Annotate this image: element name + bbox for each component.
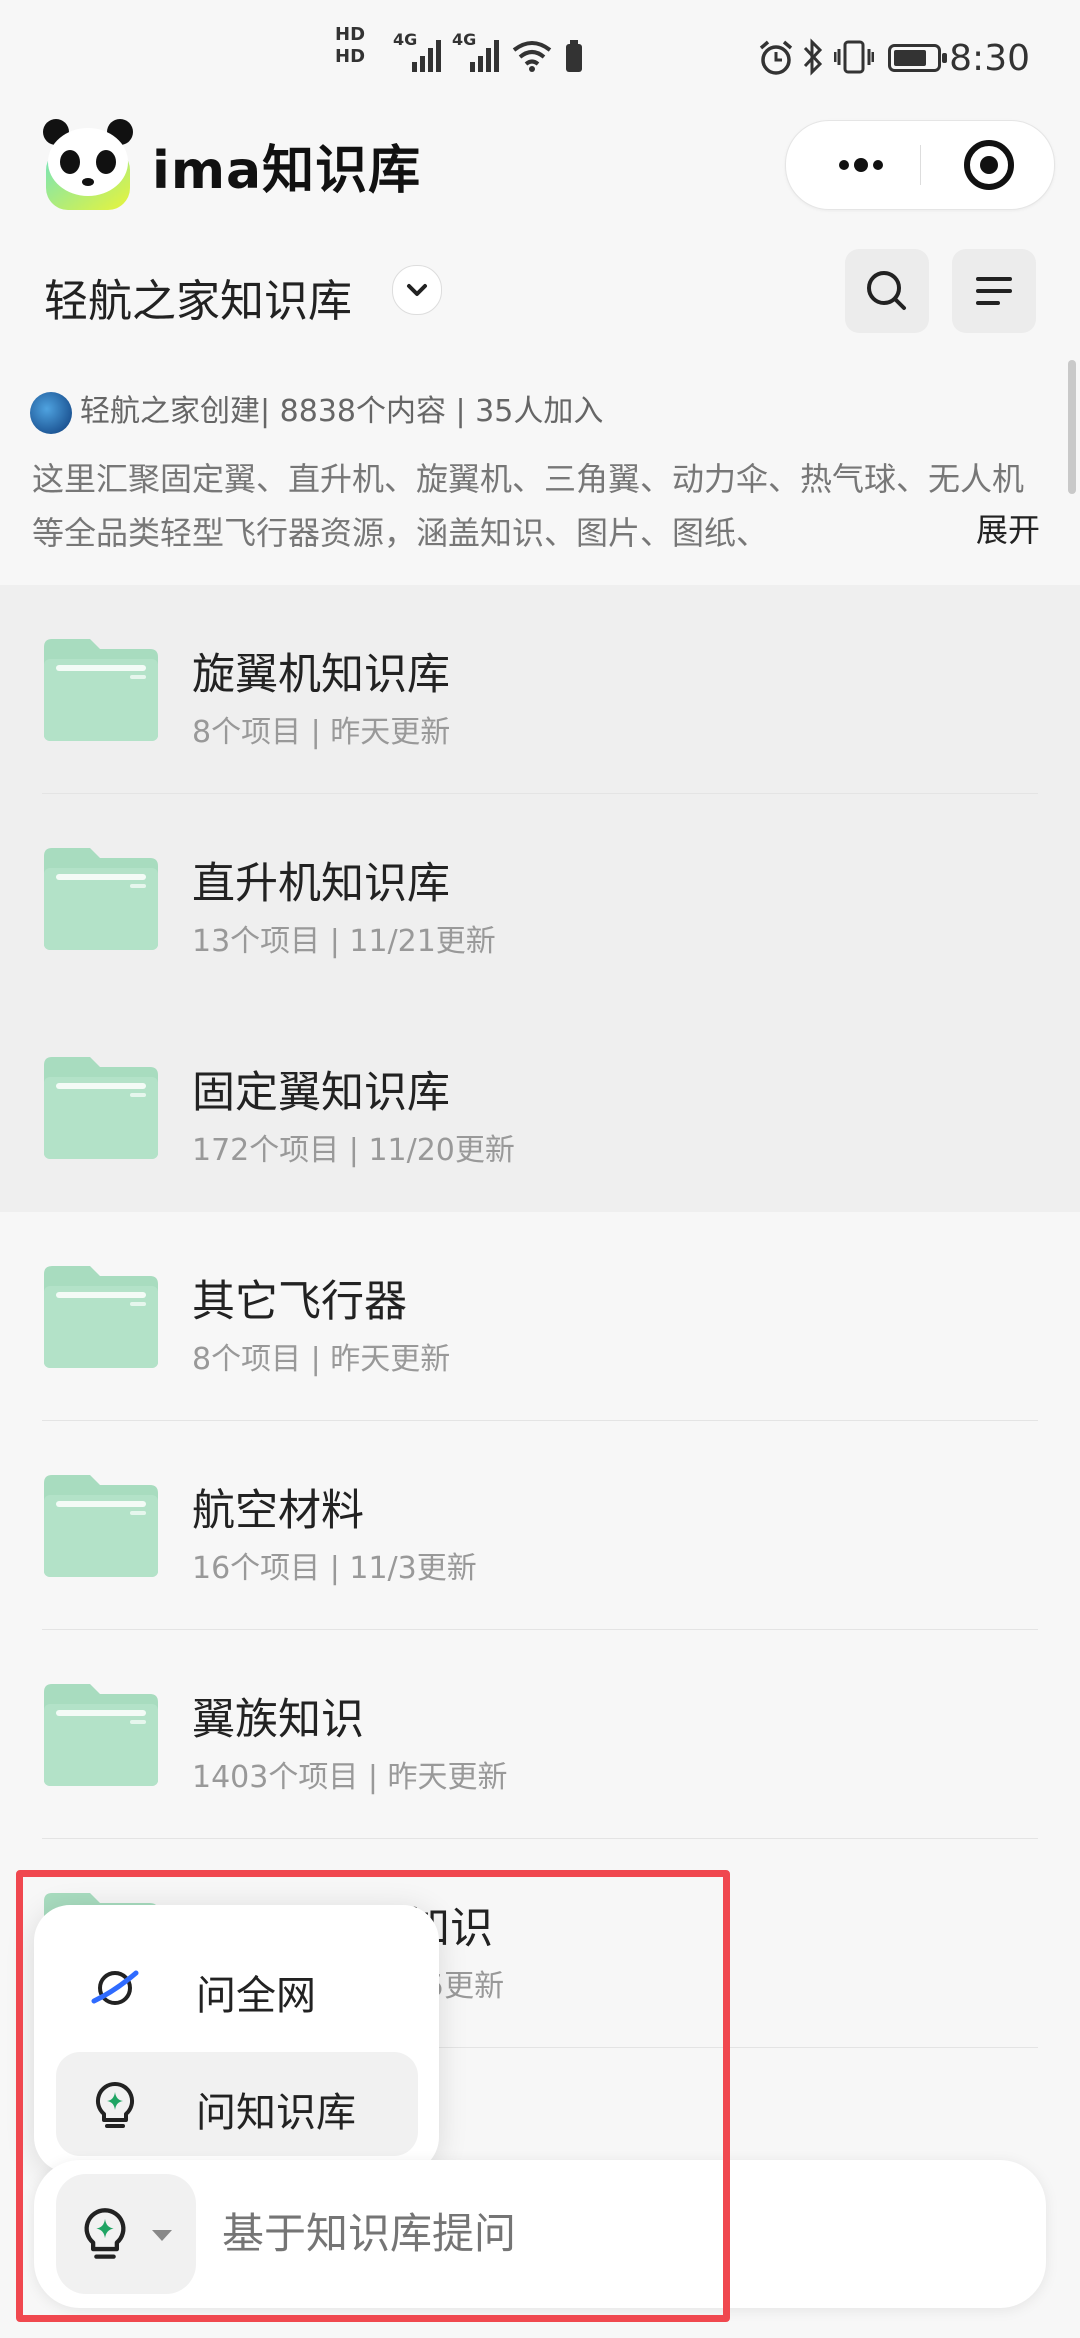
- folder-item[interactable]: 其它飞行器 8个项目 | 昨天更新: [0, 1212, 1080, 1421]
- sort-menu-button[interactable]: [952, 249, 1036, 333]
- folder-info: 172个项目 | 11/20更新: [192, 1133, 515, 1168]
- ask-kb-label: 问知识库: [196, 2090, 356, 2136]
- status-bar: HD HD 4G 4G 8:30: [0, 0, 1080, 120]
- signal-icon: [412, 40, 441, 72]
- hd-badge: HD: [335, 24, 366, 45]
- kb-meta: 轻航之家创建| 8838个内容 | 35人加入: [30, 386, 603, 434]
- signal-icon: [470, 40, 499, 72]
- ask-mode-toggle[interactable]: [56, 2174, 196, 2294]
- search-icon: [867, 271, 906, 310]
- bulb-sparkle-icon: [84, 2208, 126, 2259]
- ask-mode-menu: 问全网 问知识库: [34, 1905, 439, 2173]
- folder-info: 16个项目 | 11/3更新: [192, 1551, 477, 1586]
- knowledge-base-title[interactable]: 轻航之家知识库: [44, 265, 352, 329]
- mini-program-capsule: [785, 120, 1055, 210]
- app-title: ima知识库: [152, 141, 422, 201]
- folder-item[interactable]: 旋翼机知识库 8个项目 | 昨天更新: [0, 585, 1080, 794]
- caret-down-icon: [152, 2230, 172, 2241]
- folder-name: 直升机知识库: [192, 859, 450, 909]
- wifi-icon: [512, 41, 552, 72]
- target-icon: [964, 140, 1014, 190]
- battery-saver-icon: [566, 40, 582, 72]
- planet-icon: [91, 1970, 139, 2005]
- ellipsis-icon: [839, 158, 883, 172]
- panda-logo: [43, 119, 133, 210]
- folder-info: 13个项目 | 11/21更新: [192, 924, 496, 959]
- close-button[interactable]: [946, 135, 1026, 195]
- folder-icon: [44, 1266, 158, 1368]
- folder-item[interactable]: 直升机知识库 13个项目 | 11/21更新: [0, 794, 1080, 1003]
- folder-name: 旋翼机知识库: [192, 650, 450, 700]
- folder-info: 1403个项目 | 昨天更新: [192, 1760, 508, 1795]
- bulb-sparkle-icon: [95, 2081, 135, 2128]
- folder-item[interactable]: 固定翼知识库 172个项目 | 11/20更新: [0, 1003, 1080, 1212]
- folder-name: 翼族知识: [192, 1695, 364, 1745]
- scrollbar[interactable]: [1068, 360, 1076, 494]
- chevron-down-icon: [407, 284, 427, 296]
- folder-icon: [44, 848, 158, 950]
- folder-icon: [44, 639, 158, 741]
- expand-link[interactable]: 展开: [976, 505, 1040, 551]
- folder-info: 8个项目 | 昨天更新: [192, 1342, 451, 1377]
- folder-icon: [44, 1684, 158, 1786]
- kb-switch-button[interactable]: [392, 265, 442, 315]
- clock: 8:30: [949, 38, 1030, 79]
- ask-input-bar: [34, 2160, 1046, 2308]
- alarm-icon: [759, 40, 793, 75]
- folder-icon: [44, 1475, 158, 1577]
- hd-badge: HD: [335, 46, 366, 67]
- ask-web-label: 问全网: [196, 1973, 316, 2019]
- battery-icon: [888, 44, 947, 72]
- description-fade: [820, 506, 970, 560]
- more-button[interactable]: [816, 135, 902, 195]
- search-button[interactable]: [845, 249, 929, 333]
- creator-avatar: [30, 391, 72, 434]
- folder-item[interactable]: 翼族知识 1403个项目 | 昨天更新: [0, 1630, 1080, 1839]
- kb-meta-text: 轻航之家创建| 8838个内容 | 35人加入: [80, 394, 604, 429]
- folder-name: 其它飞行器: [192, 1277, 407, 1327]
- ask-input[interactable]: [220, 2208, 1004, 2259]
- vibrate-icon: [834, 40, 874, 74]
- ask-web-option[interactable]: 问全网: [56, 1935, 418, 2039]
- menu-lines-icon: [976, 277, 1012, 305]
- ask-kb-option[interactable]: 问知识库: [56, 2052, 418, 2156]
- folder-item[interactable]: 航空材料 16个项目 | 11/3更新: [0, 1421, 1080, 1630]
- folder-name: 固定翼知识库: [192, 1068, 450, 1118]
- bluetooth-icon: [803, 38, 823, 76]
- folder-name: 航空材料: [192, 1486, 364, 1536]
- folder-info: 8个项目 | 昨天更新: [192, 715, 451, 750]
- folder-icon: [44, 1057, 158, 1159]
